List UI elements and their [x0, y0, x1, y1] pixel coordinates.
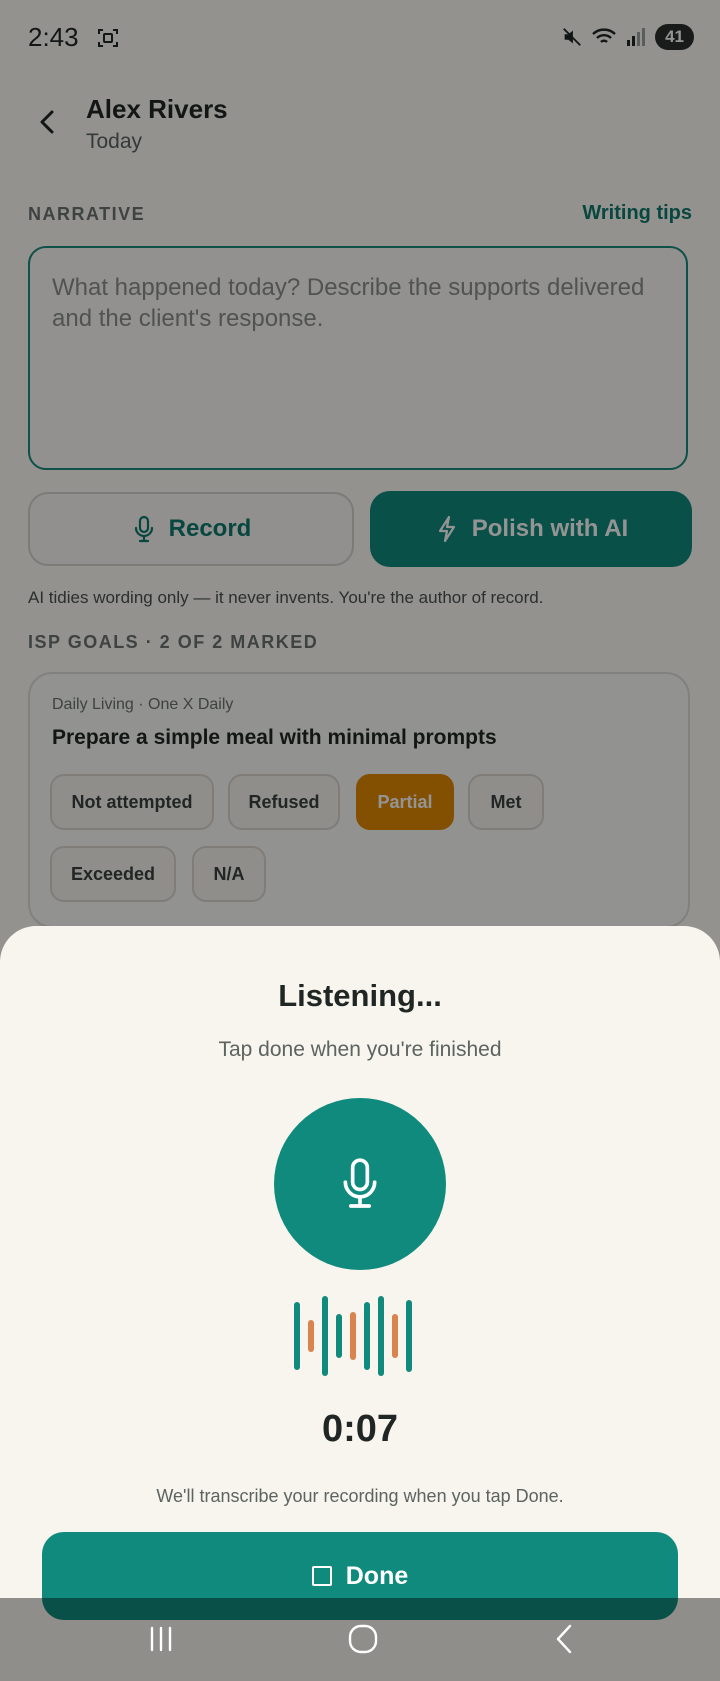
microphone-icon — [343, 1158, 377, 1208]
wave-bar — [308, 1320, 314, 1352]
listening-title: Listening... — [278, 978, 442, 1013]
stop-icon — [311, 1566, 332, 1586]
system-nav-bar — [0, 1598, 720, 1681]
wave-bar — [294, 1302, 300, 1370]
listening-subtitle: Tap done when you're finished — [218, 1038, 502, 1061]
wave-bar — [406, 1300, 412, 1372]
transcribe-note: We'll transcribe your recording when you… — [156, 1486, 564, 1506]
wave-bar — [364, 1302, 370, 1370]
nav-back-icon[interactable] — [542, 1616, 588, 1662]
wave-bar — [322, 1296, 328, 1376]
recording-sheet: Listening... Tap done when you're finish… — [0, 926, 720, 1681]
mic-indicator — [274, 1098, 446, 1270]
home-icon[interactable] — [340, 1616, 386, 1662]
wave-bar — [392, 1314, 398, 1358]
done-label: Done — [345, 1561, 409, 1590]
audio-waveform — [294, 1296, 412, 1376]
wave-bar — [378, 1296, 384, 1376]
wave-bar — [336, 1314, 342, 1358]
recent-apps-icon[interactable] — [138, 1616, 184, 1662]
wave-bar — [350, 1312, 356, 1360]
recording-timer: 0:07 — [321, 1408, 399, 1450]
